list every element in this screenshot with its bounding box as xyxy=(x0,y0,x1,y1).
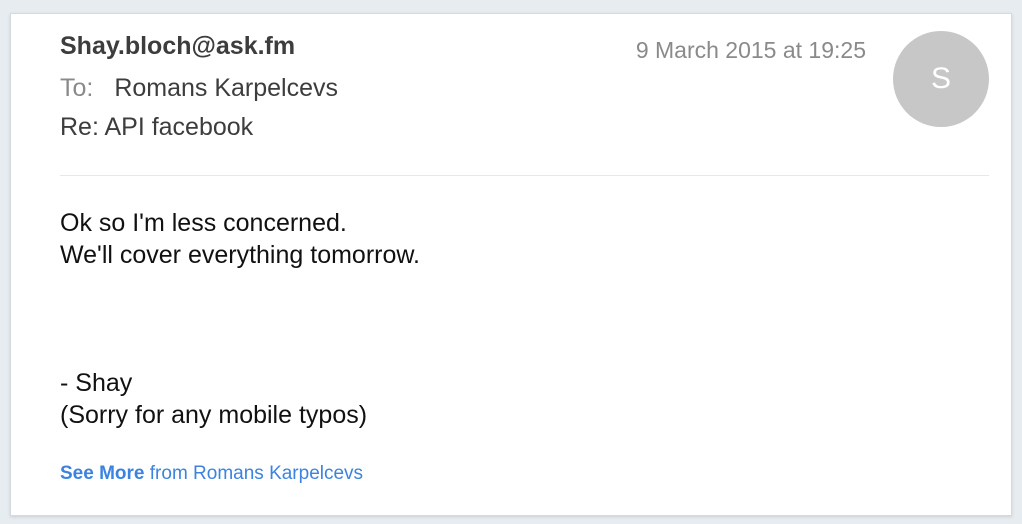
email-date: 9 March 2015 at 19:25 xyxy=(635,37,866,63)
to-label: To: xyxy=(60,74,94,102)
see-more-label[interactable]: See More xyxy=(60,463,144,484)
body-spacer xyxy=(60,271,420,367)
email-body: Ok so I'm less concerned. We'll cover ev… xyxy=(60,207,420,431)
email-card: Shay.bloch@ask.fm To: Romans Karpelcevs … xyxy=(10,13,1012,516)
header-divider xyxy=(60,175,989,176)
avatar: S xyxy=(893,31,989,127)
signature-line: - Shay xyxy=(60,369,133,397)
sender-address[interactable]: Shay.bloch@ask.fm xyxy=(60,32,295,61)
see-more-from[interactable]: from Romans Karpelcevs xyxy=(150,463,363,484)
recipient-line: To: Romans Karpelcevs xyxy=(60,74,338,103)
body-line: We'll cover everything tomorrow. xyxy=(60,241,420,269)
see-more-link[interactable]: See More from Romans Karpelcevs xyxy=(60,463,363,485)
email-header: Shay.bloch@ask.fm To: Romans Karpelcevs … xyxy=(11,14,1011,176)
email-subject: Re: API facebook xyxy=(60,113,254,141)
recipient-name[interactable]: Romans Karpelcevs xyxy=(114,74,338,102)
body-line: Ok so I'm less concerned. xyxy=(60,209,347,237)
signature-line: (Sorry for any mobile typos) xyxy=(60,401,368,429)
